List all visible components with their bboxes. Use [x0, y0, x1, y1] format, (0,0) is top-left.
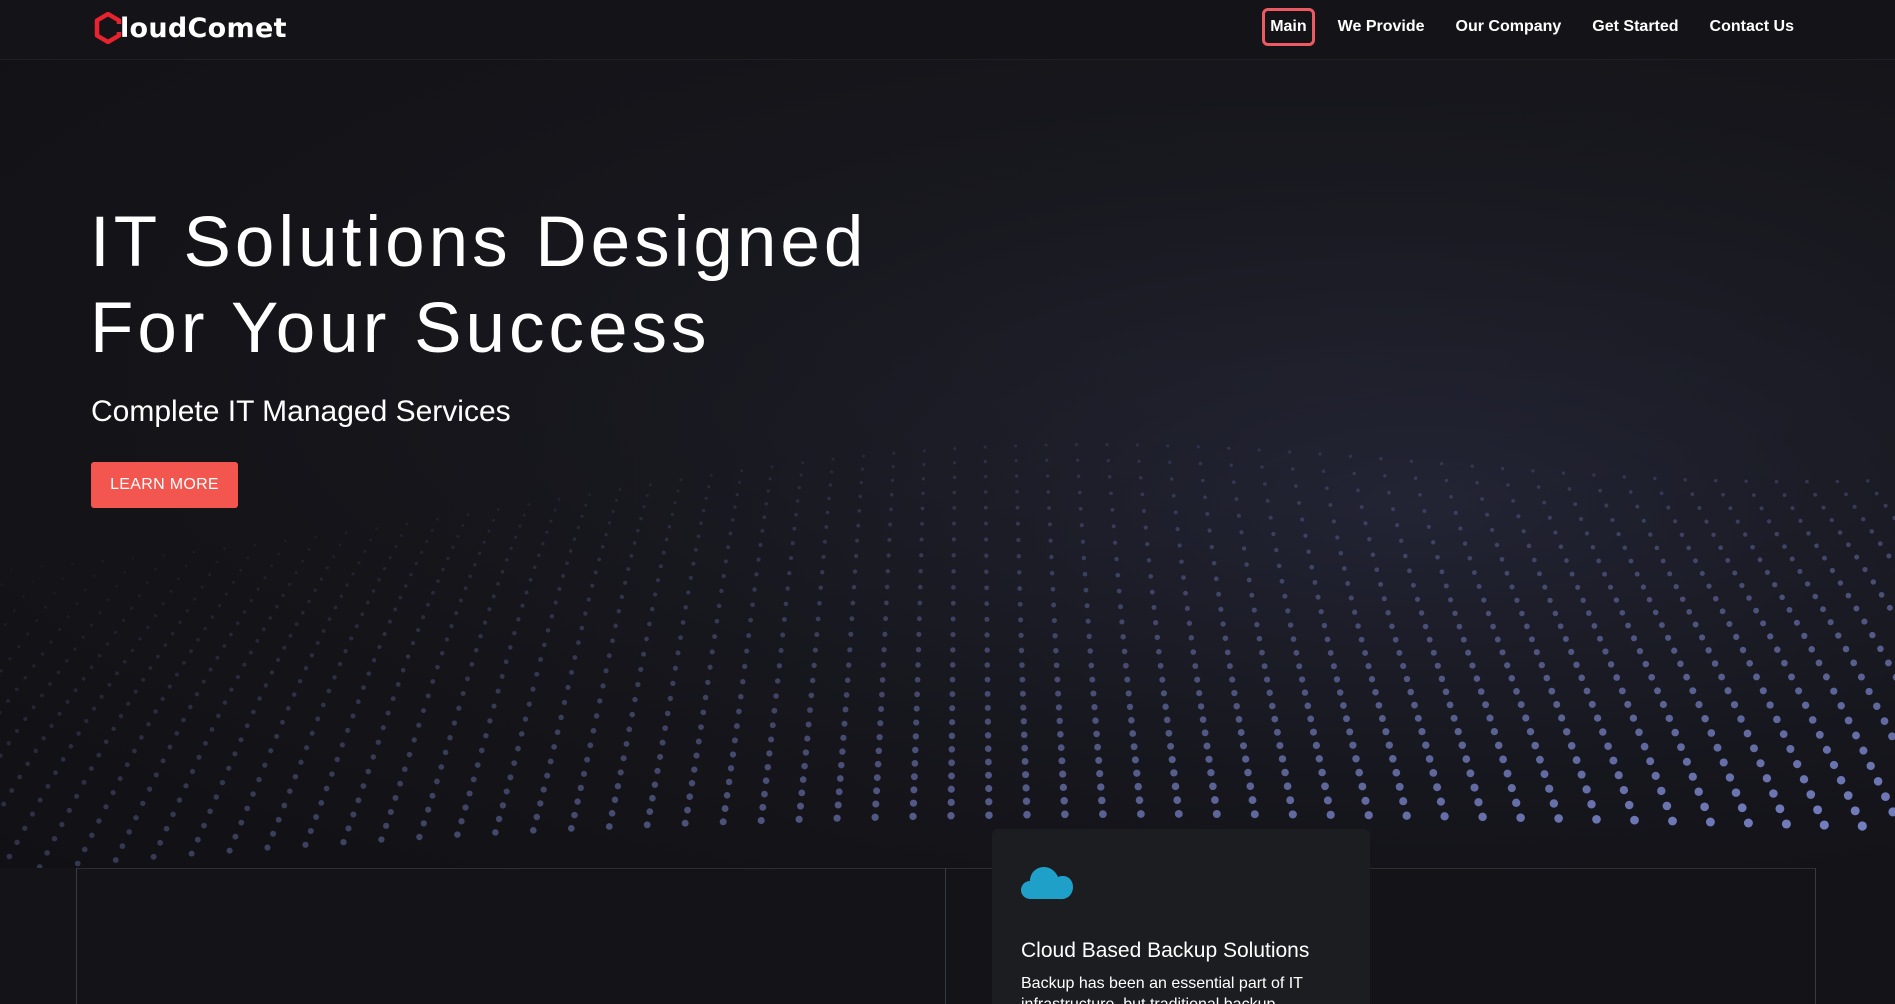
- service-card-cloud-backup[interactable]: Cloud Based Backup Solutions Backup has …: [992, 829, 1370, 1004]
- service-card-text: Backup has been an essential part of IT …: [1021, 975, 1303, 1004]
- nav-item-contact-us[interactable]: Contact Us: [1702, 8, 1802, 46]
- nav-item-get-started[interactable]: Get Started: [1584, 8, 1686, 46]
- brand-logo[interactable]: loudComet: [94, 12, 287, 44]
- services-section: [0, 868, 1895, 1004]
- site-header: loudComet Main We Provide Our Company Ge…: [0, 0, 1895, 60]
- hero-subtitle: Complete IT Managed Services: [91, 395, 511, 428]
- nav-item-our-company[interactable]: Our Company: [1448, 8, 1570, 46]
- nav-item-we-provide[interactable]: We Provide: [1330, 8, 1433, 46]
- column-divider: [1815, 868, 1816, 1004]
- main-nav: Main We Provide Our Company Get Started …: [1247, 8, 1802, 46]
- cloud-icon: [1021, 867, 1073, 899]
- learn-more-button[interactable]: LEARN MORE: [91, 462, 238, 508]
- hexagon-c-logo-icon: [94, 12, 122, 44]
- column-divider: [945, 868, 946, 1004]
- hero-title-line2: For Your Success: [90, 289, 711, 368]
- hero-title: IT Solutions Designed For Your Success: [90, 200, 990, 372]
- column-divider: [76, 868, 77, 1004]
- services-top-divider: [76, 868, 1816, 869]
- brand-name: loudComet: [120, 12, 287, 44]
- page: IT Solutions Designed For Your Success C…: [0, 0, 1895, 1004]
- nav-item-main[interactable]: Main: [1262, 8, 1315, 46]
- service-card-title: Cloud Based Backup Solutions: [1021, 939, 1310, 962]
- hero-title-line1: IT Solutions Designed: [90, 203, 868, 282]
- hero-section: IT Solutions Designed For Your Success C…: [0, 60, 1895, 868]
- particle-wave-background: [0, 60, 1895, 868]
